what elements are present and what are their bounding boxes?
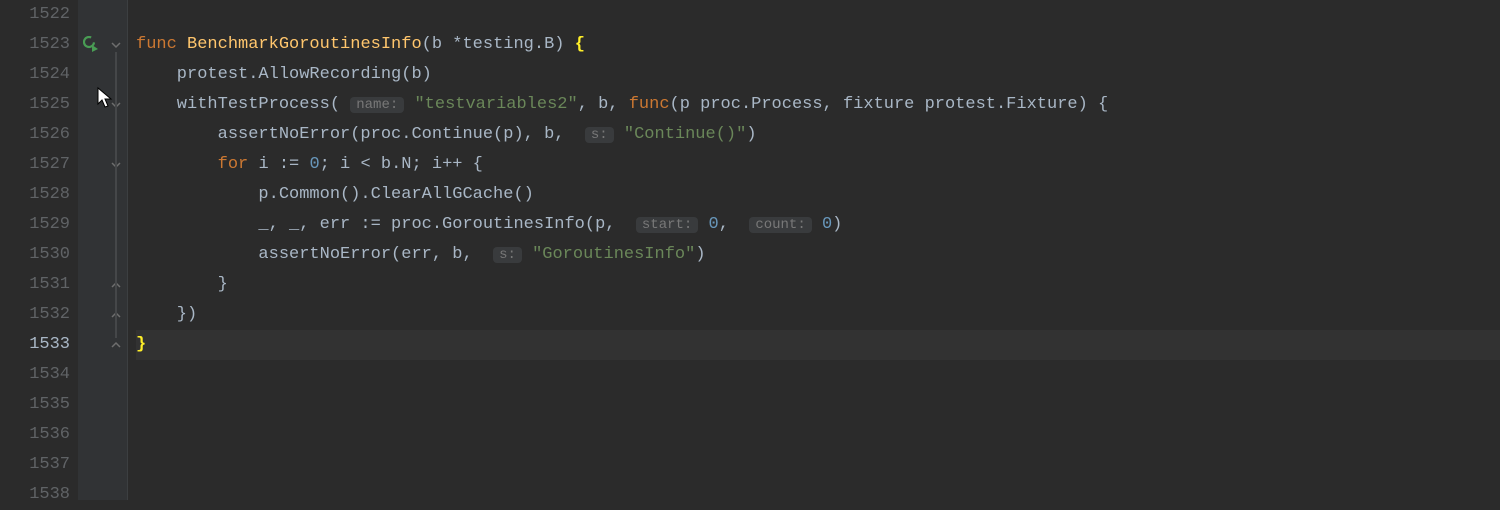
code-line[interactable]: } — [136, 330, 1500, 360]
code-token: ) — [695, 245, 705, 264]
code-token — [522, 245, 532, 264]
code-token: for — [218, 155, 259, 174]
code-token: 0 — [822, 215, 832, 234]
line-number[interactable]: 1536 — [0, 420, 70, 450]
line-number[interactable]: 1527 — [0, 150, 70, 180]
code-token: , b, — [578, 95, 629, 114]
code-line[interactable]: } — [136, 270, 1500, 300]
code-line[interactable]: func BenchmarkGoroutinesInfo(b *testing.… — [136, 30, 1500, 60]
code-line[interactable] — [136, 480, 1500, 510]
code-line[interactable]: }) — [136, 300, 1500, 330]
code-token: s: — [585, 127, 614, 143]
line-number[interactable]: 1532 — [0, 300, 70, 330]
code-line[interactable]: _, _, err := proc.GoroutinesInfo(p, star… — [136, 210, 1500, 240]
code-token: assertNoError(proc.Continue(p), b, — [136, 125, 585, 144]
fold-close-icon[interactable] — [109, 338, 123, 352]
code-token — [698, 215, 708, 234]
code-token: start: — [636, 217, 698, 233]
code-token — [812, 215, 822, 234]
code-line[interactable]: for i := 0; i < b.N; i++ { — [136, 150, 1500, 180]
code-token: } — [136, 275, 228, 294]
code-token: s: — [493, 247, 522, 263]
line-number[interactable]: 1529 — [0, 210, 70, 240]
code-token: 0 — [709, 215, 719, 234]
code-line[interactable]: p.Common().ClearAllGCache() — [136, 180, 1500, 210]
code-editor[interactable]: 1522152315241525152615271528152915301531… — [0, 0, 1500, 500]
code-token: func — [136, 35, 187, 54]
line-number[interactable]: 1531 — [0, 270, 70, 300]
code-line[interactable] — [136, 360, 1500, 390]
code-area[interactable]: func BenchmarkGoroutinesInfo(b *testing.… — [128, 0, 1500, 500]
code-token: 0 — [309, 155, 319, 174]
line-number[interactable]: 1533 — [0, 330, 70, 360]
code-token: (b *testing.B) — [422, 35, 575, 54]
code-token — [136, 155, 218, 174]
run-test-icon[interactable] — [83, 36, 101, 54]
line-number[interactable]: 1530 — [0, 240, 70, 270]
line-number[interactable]: 1522 — [0, 0, 70, 30]
line-number[interactable]: 1526 — [0, 120, 70, 150]
code-token: func — [629, 95, 670, 114]
line-number[interactable]: 1537 — [0, 450, 70, 480]
line-number[interactable]: 1538 — [0, 480, 70, 510]
code-token: i := — [258, 155, 309, 174]
code-token: count: — [749, 217, 811, 233]
code-token: assertNoError(err, b, — [136, 245, 493, 264]
line-number[interactable]: 1534 — [0, 360, 70, 390]
fold-gutter[interactable] — [106, 0, 128, 500]
run-gutter[interactable] — [78, 0, 106, 500]
code-token: , — [719, 215, 750, 234]
code-token: }) — [136, 305, 197, 324]
code-token: _, _, err := proc.GoroutinesInfo(p, — [136, 215, 636, 234]
code-token: name: — [350, 97, 404, 113]
code-token: BenchmarkGoroutinesInfo — [187, 35, 422, 54]
code-line[interactable] — [136, 390, 1500, 420]
code-token: "GoroutinesInfo" — [532, 245, 695, 264]
line-number[interactable]: 1524 — [0, 60, 70, 90]
line-number-gutter[interactable]: 1522152315241525152615271528152915301531… — [0, 0, 78, 500]
code-token: ) — [832, 215, 842, 234]
code-token: "testvariables2" — [414, 95, 577, 114]
code-line[interactable]: withTestProcess( name: "testvariables2",… — [136, 90, 1500, 120]
code-token: } — [136, 335, 146, 354]
code-token — [614, 125, 624, 144]
code-token — [404, 95, 414, 114]
fold-open-icon[interactable] — [109, 38, 123, 52]
fold-guide-line — [115, 52, 117, 338]
code-line[interactable]: protest.AllowRecording(b) — [136, 60, 1500, 90]
code-token: withTestProcess( — [136, 95, 350, 114]
code-line[interactable] — [136, 450, 1500, 480]
code-line[interactable] — [136, 420, 1500, 450]
code-token: "Continue()" — [624, 125, 746, 144]
code-line[interactable] — [136, 0, 1500, 30]
code-line[interactable]: assertNoError(proc.Continue(p), b, s: "C… — [136, 120, 1500, 150]
code-line[interactable]: assertNoError(err, b, s: "GoroutinesInfo… — [136, 240, 1500, 270]
code-token: ; i < b.N; i++ { — [320, 155, 483, 174]
code-token: (p proc.Process, fixture protest.Fixture… — [670, 95, 1109, 114]
code-token: p.Common().ClearAllGCache() — [136, 185, 534, 204]
code-token: ) — [746, 125, 756, 144]
line-number[interactable]: 1528 — [0, 180, 70, 210]
code-token: { — [575, 35, 585, 54]
line-number[interactable]: 1525 — [0, 90, 70, 120]
line-number[interactable]: 1535 — [0, 390, 70, 420]
code-token: protest.AllowRecording(b) — [136, 65, 432, 84]
line-number[interactable]: 1523 — [0, 30, 70, 60]
